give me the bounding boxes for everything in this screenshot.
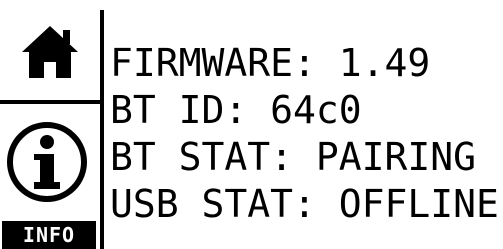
info-button[interactable]: INFO xyxy=(0,104,100,249)
bt-status-text: BT STAT: PAIRING xyxy=(110,135,477,179)
info-circle-icon xyxy=(7,122,87,202)
home-button[interactable] xyxy=(0,0,100,100)
sidebar-border xyxy=(100,10,104,249)
usb-status-text: USB STAT: OFFLINE xyxy=(110,182,499,226)
info-label: INFO xyxy=(2,221,96,249)
bt-id-text: BT ID: 64c0 xyxy=(110,88,362,132)
home-icon xyxy=(22,26,78,78)
firmware-version-text: FIRMWARE: 1.49 xyxy=(110,41,431,85)
device-status-list: FIRMWARE: 1.49 BT ID: 64c0 BT STAT: PAIR… xyxy=(110,40,499,228)
sidebar: INFO xyxy=(0,0,102,249)
